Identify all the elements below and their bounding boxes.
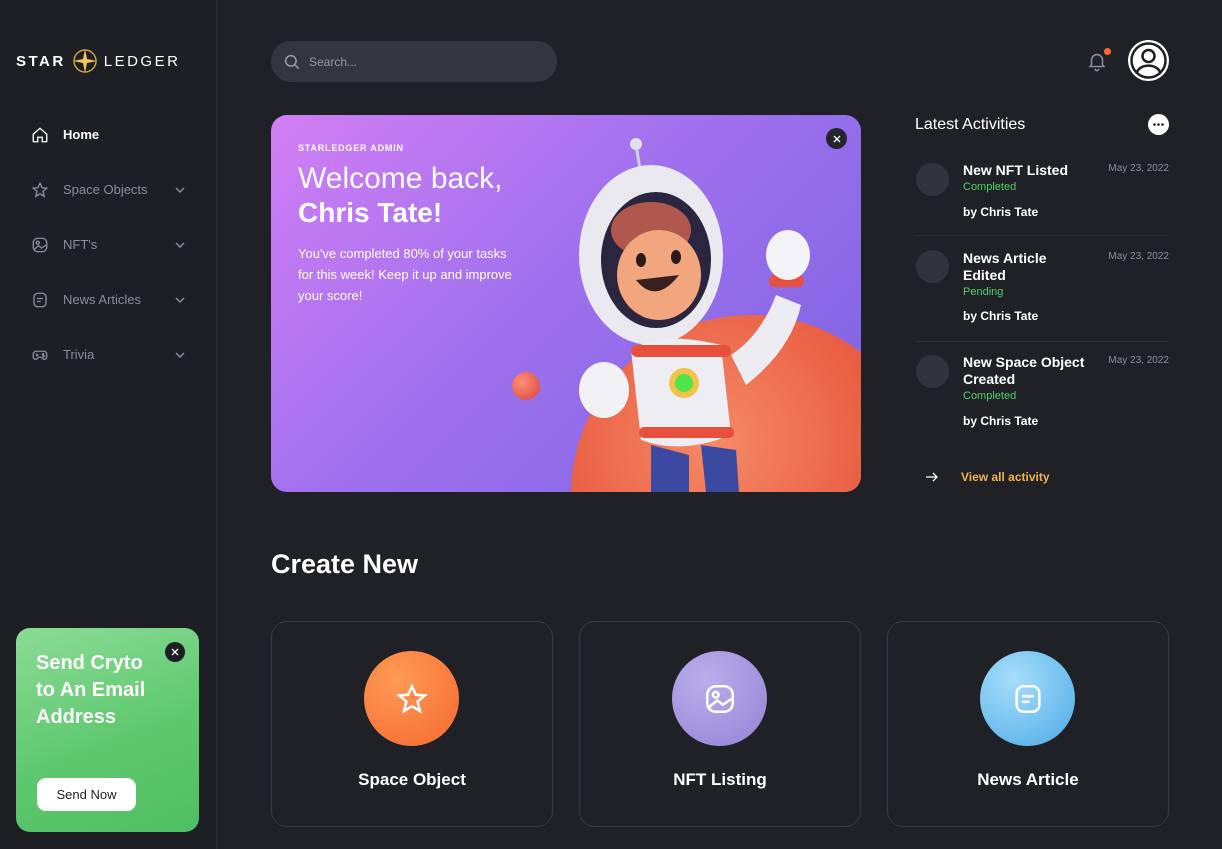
avatar[interactable]: [1128, 40, 1169, 81]
activities-title: Latest Activities: [915, 116, 1026, 133]
arrow-right-icon: [926, 472, 938, 482]
activity-avatar: [916, 163, 949, 196]
view-all-label: View all activity: [961, 470, 1050, 484]
activity-date: May 23, 2022: [1108, 163, 1169, 174]
view-all-activity-link[interactable]: View all activity: [925, 470, 1050, 484]
sidebar-nav: Home Space Objects NFT's News Articles T…: [0, 107, 216, 382]
activity-status: Pending: [963, 286, 1004, 298]
hero-username: Chris Tate!: [298, 197, 443, 228]
search-icon: [284, 54, 300, 69]
chevron-down-icon: [175, 186, 185, 193]
hero-message: You've completed 80% of your tasks for t…: [298, 246, 512, 303]
activity-item[interactable]: New Space Object Created Completed by Ch…: [915, 342, 1169, 447]
create-new-title: Create New: [271, 549, 419, 579]
activities-list: New NFT Listed Completed by Chris Tate M…: [915, 150, 1169, 447]
hero-tag: STARLEDGER ADMIN: [298, 143, 404, 153]
activity-status: Completed: [963, 181, 1017, 193]
activity-name: New NFT Listed: [963, 162, 1069, 178]
logo-text-ledger: LEDGER: [103, 52, 181, 70]
sidebar-item-label: Space Objects: [63, 182, 148, 197]
astronaut-illustration: [579, 138, 810, 492]
logo[interactable]: STAR LEDGER: [16, 46, 180, 76]
home-icon: [30, 125, 50, 145]
sidebar-item-home[interactable]: Home: [0, 107, 216, 162]
activity-name: New Space Object Created: [963, 354, 1085, 387]
card-label: NFT Listing: [673, 770, 767, 789]
sidebar-item-news-articles[interactable]: News Articles: [0, 272, 216, 327]
sidebar-item-label: News Articles: [63, 292, 142, 307]
sidebar: STAR LEDGER Home Space Objects NFT's New…: [0, 0, 217, 849]
create-news-article-card[interactable]: News Article: [887, 621, 1169, 827]
create-space-object-card[interactable]: Space Object: [271, 621, 553, 827]
card-label: Space Object: [358, 770, 466, 789]
card-icon-circle: [364, 651, 459, 746]
hero-greeting: Welcome back,: [298, 162, 503, 195]
activity-name: News Article Edited: [963, 250, 1047, 283]
activity-avatar: [916, 355, 949, 388]
gamepad-icon: [30, 345, 50, 365]
activity-avatar: [916, 250, 949, 283]
sidebar-item-label: Trivia: [63, 347, 95, 362]
promo-title: Send Cryto to An Email Address: [36, 652, 146, 728]
logo-star-icon: [72, 49, 97, 73]
card-label: News Article: [977, 770, 1079, 789]
send-crypto-promo: Send Cryto to An Email Address Send Now: [16, 628, 199, 832]
activity-author: by Chris Tate: [963, 205, 1039, 219]
welcome-banner: STARLEDGER ADMIN Welcome back, Chris Tat…: [271, 115, 861, 492]
search-bar[interactable]: [271, 41, 557, 82]
image-icon: [30, 235, 50, 255]
image-icon: [705, 684, 734, 713]
activities-more-button[interactable]: [1148, 114, 1169, 135]
sidebar-item-space-objects[interactable]: Space Objects: [0, 162, 216, 217]
sidebar-item-label: Home: [63, 127, 100, 142]
star-icon: [30, 180, 50, 200]
sidebar-item-trivia[interactable]: Trivia: [0, 327, 216, 382]
promo-close-button[interactable]: [165, 642, 185, 662]
card-icon-circle: [980, 651, 1075, 746]
create-nft-listing-card[interactable]: NFT Listing: [579, 621, 861, 827]
moon-illustration: [512, 372, 540, 400]
activity-date: May 23, 2022: [1108, 251, 1169, 262]
activity-status: Completed: [963, 390, 1017, 402]
send-now-button[interactable]: Send Now: [37, 778, 136, 811]
close-icon: [171, 648, 179, 656]
more-icon: [1153, 123, 1164, 126]
activity-item[interactable]: News Article Edited Pending by Chris Tat…: [915, 236, 1169, 342]
note-icon: [1014, 684, 1041, 713]
sidebar-item-label: NFT's: [63, 237, 98, 252]
activity-author: by Chris Tate: [963, 414, 1039, 428]
close-icon: [833, 135, 840, 142]
user-icon: [1130, 42, 1167, 79]
activity-item[interactable]: New NFT Listed Completed by Chris Tate M…: [915, 150, 1169, 236]
note-icon: [30, 290, 50, 310]
search-input[interactable]: [309, 54, 539, 69]
activity-author: by Chris Tate: [963, 309, 1039, 323]
chevron-down-icon: [175, 296, 185, 303]
hero-close-button[interactable]: [826, 128, 847, 149]
logo-text-star: STAR: [16, 52, 66, 70]
activity-date: May 23, 2022: [1108, 355, 1169, 366]
notification-dot: [1104, 48, 1111, 55]
chevron-down-icon: [175, 241, 185, 248]
chevron-down-icon: [175, 351, 185, 358]
card-icon-circle: [672, 651, 767, 746]
sidebar-item-nfts[interactable]: NFT's: [0, 217, 216, 272]
star-icon: [395, 682, 428, 714]
